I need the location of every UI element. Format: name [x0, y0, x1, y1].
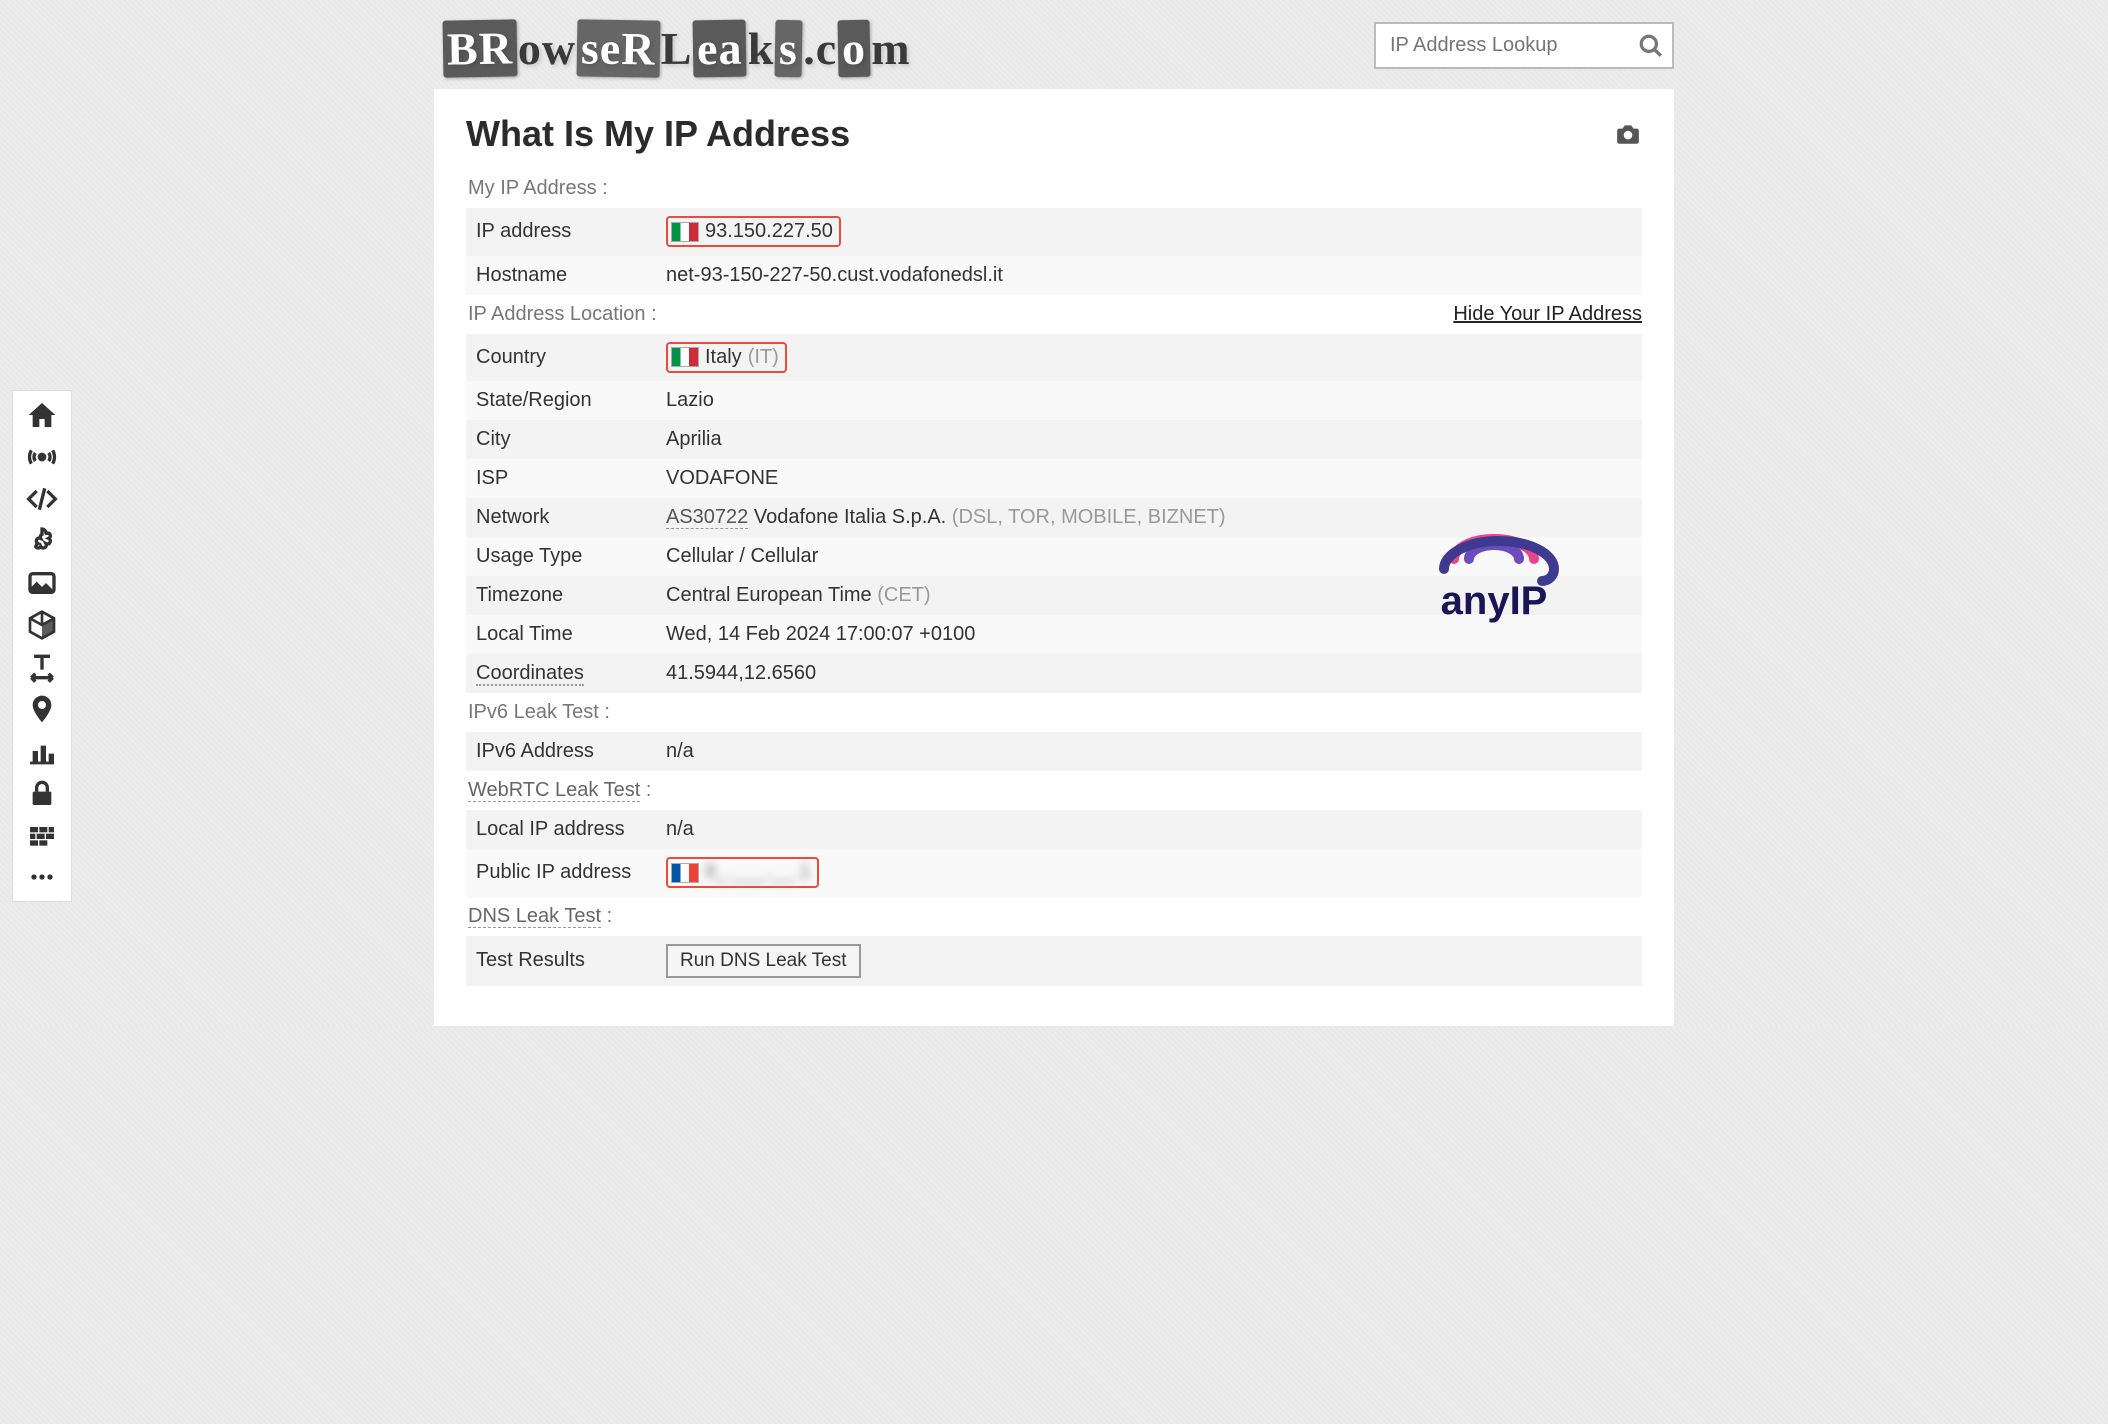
hide-ip-link[interactable]: Hide Your IP Address	[1453, 303, 1642, 326]
value-city: Aprilia	[656, 420, 1642, 459]
table-location: Country Italy (IT) State/Region Lazio Ci…	[466, 334, 1642, 694]
table-row: City Aprilia	[466, 420, 1642, 459]
camera-icon[interactable]	[1614, 121, 1642, 147]
label-localip: Local IP address	[466, 810, 656, 849]
code-icon[interactable]	[26, 483, 58, 515]
label-network: Network	[466, 498, 656, 537]
location-pin-icon[interactable]	[26, 693, 58, 725]
network-asn-link[interactable]: AS30722	[666, 506, 748, 529]
bar-chart-icon[interactable]	[26, 735, 58, 767]
value-network-name: Vodafone Italia S.p.A.	[748, 506, 951, 528]
flag-fr-icon	[671, 863, 699, 883]
content: What Is My IP Address My IP Address : IP…	[434, 89, 1674, 1026]
table-webrtc: Local IP address n/a Public IP address 8…	[466, 810, 1642, 897]
cube-icon[interactable]	[26, 609, 58, 641]
svg-text:anyIP: anyIP	[1441, 579, 1548, 623]
webrtc-link[interactable]: WebRTC Leak Test	[468, 779, 640, 802]
value-timezone-code: (CET)	[877, 584, 930, 606]
label-city: City	[466, 420, 656, 459]
label-country: Country	[466, 334, 656, 382]
label-hostname: Hostname	[466, 256, 656, 295]
search-input[interactable]	[1374, 22, 1674, 69]
label-ipv6addr: IPv6 Address	[466, 732, 656, 771]
table-row: ISP VODAFONE	[466, 459, 1642, 498]
table-row: State/Region Lazio	[466, 381, 1642, 420]
search-icon[interactable]	[1638, 33, 1664, 59]
firewall-icon[interactable]	[26, 819, 58, 851]
search-wrap	[1374, 22, 1674, 69]
value-hostname: net-93-150-227-50.cust.vodafonedsl.it	[656, 256, 1642, 295]
page-title: What Is My IP Address	[466, 113, 850, 155]
value-timezone: Central European Time	[666, 584, 877, 606]
label-usage: Usage Type	[466, 537, 656, 576]
publicip-box: 8_.___.__.1	[666, 857, 819, 888]
table-row: IPv6 Address n/a	[466, 732, 1642, 771]
value-localip: n/a	[656, 810, 1642, 849]
header: BRowseRLeaks.com	[434, 0, 1674, 89]
table-row: Country Italy (IT)	[466, 334, 1642, 382]
table-my-ip: IP address 93.150.227.50 Hostname net-93…	[466, 208, 1642, 295]
anyip-ad-logo[interactable]: anyIP	[1394, 519, 1594, 639]
value-network-extra: (DSL, TOR, MOBILE, BIZNET)	[952, 506, 1226, 528]
value-country: Italy	[705, 346, 742, 369]
text-width-icon[interactable]	[26, 651, 58, 683]
table-row: Hostname net-93-150-227-50.cust.vodafone…	[466, 256, 1642, 295]
flower-icon[interactable]	[26, 525, 58, 557]
value-ipv6addr: n/a	[656, 732, 1642, 771]
label-publicip: Public IP address	[466, 849, 656, 897]
country-box: Italy (IT)	[666, 342, 787, 373]
broadcast-icon[interactable]	[26, 441, 58, 473]
home-icon[interactable]	[26, 399, 58, 431]
label-localtime: Local Time	[466, 615, 656, 654]
label-isp: ISP	[466, 459, 656, 498]
site-logo[interactable]: BRowseRLeaks.com	[434, 20, 911, 77]
section-location: IP Address Location :	[466, 295, 659, 334]
table-row: Public IP address 8_.___.__.1	[466, 849, 1642, 897]
table-dns: Test Results Run DNS Leak Test	[466, 936, 1642, 986]
label-testresults: Test Results	[466, 936, 656, 986]
value-country-code: (IT)	[748, 346, 779, 369]
label-state: State/Region	[466, 381, 656, 420]
value-publicip: 8_.___.__.1	[705, 861, 811, 884]
label-ip-address: IP address	[466, 208, 656, 256]
section-webrtc: WebRTC Leak Test :	[466, 771, 1642, 810]
lock-icon[interactable]	[26, 777, 58, 809]
dns-link[interactable]: DNS Leak Test	[468, 905, 601, 928]
value-state: Lazio	[656, 381, 1642, 420]
label-timezone: Timezone	[466, 576, 656, 615]
label-coords[interactable]: Coordinates	[476, 662, 584, 686]
ip-address-box: 93.150.227.50	[666, 216, 841, 247]
table-row: Coordinates 41.5944,12.6560	[466, 654, 1642, 693]
section-ipv6: IPv6 Leak Test :	[466, 693, 1642, 732]
sidebar	[12, 390, 72, 902]
table-row: Test Results Run DNS Leak Test	[466, 936, 1642, 986]
image-icon[interactable]	[26, 567, 58, 599]
table-ipv6: IPv6 Address n/a	[466, 732, 1642, 771]
value-ip-address: 93.150.227.50	[705, 220, 833, 243]
value-coords: 41.5944,12.6560	[656, 654, 1642, 693]
run-dns-button[interactable]: Run DNS Leak Test	[666, 944, 861, 978]
more-icon[interactable]	[26, 861, 58, 893]
section-my-ip: My IP Address :	[466, 169, 1642, 208]
section-dns: DNS Leak Test :	[466, 897, 1642, 936]
flag-it-icon	[671, 347, 699, 367]
table-row: Local IP address n/a	[466, 810, 1642, 849]
value-isp: VODAFONE	[656, 459, 1642, 498]
table-row: IP address 93.150.227.50	[466, 208, 1642, 256]
flag-it-icon	[671, 222, 699, 242]
